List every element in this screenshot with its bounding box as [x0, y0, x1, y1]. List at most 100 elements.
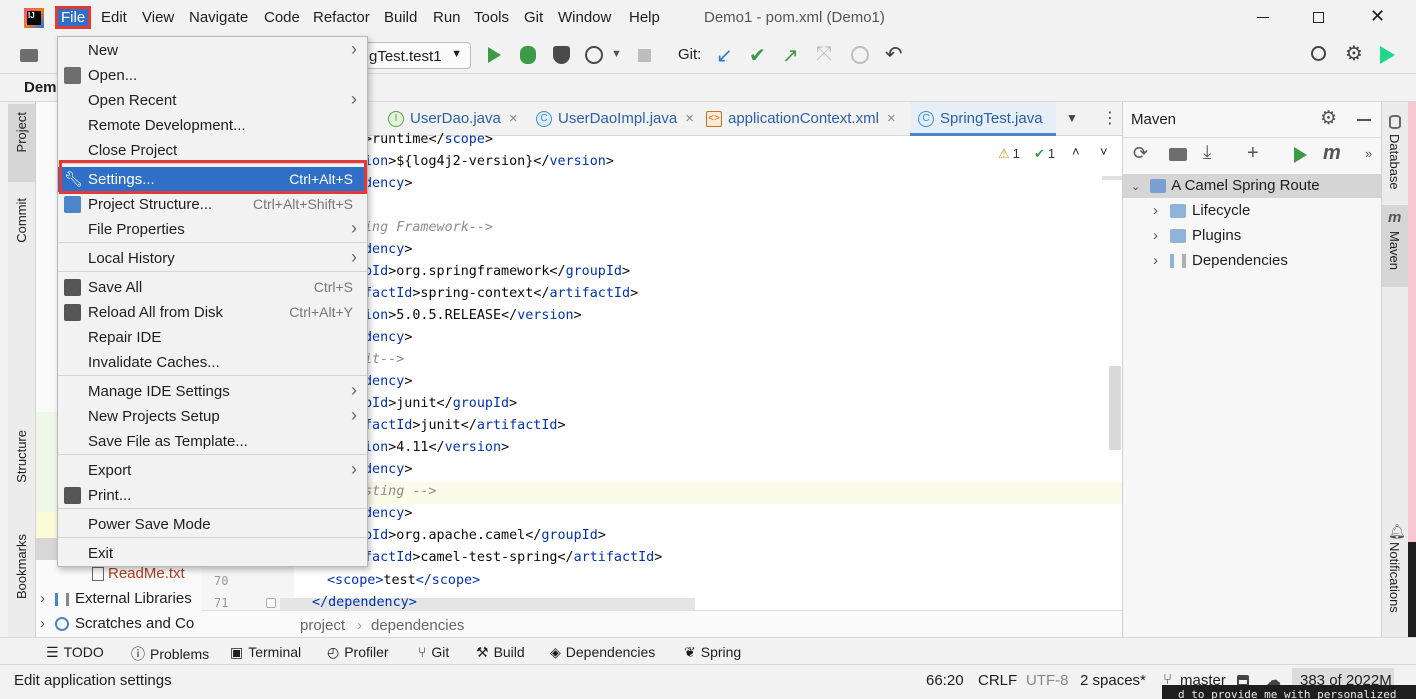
gear-icon[interactable]: ⚙ — [1345, 41, 1363, 66]
close-icon[interactable]: × — [509, 110, 518, 127]
fold-icon[interactable] — [266, 598, 276, 608]
notifications-tool-label[interactable]: Notifications — [1387, 542, 1402, 613]
menu-item-power-save-mode[interactable]: Power Save Mode — [58, 512, 367, 537]
rollback-icon[interactable]: ↶ — [885, 42, 903, 67]
jetbrains-toolbox-icon[interactable] — [1380, 46, 1395, 64]
minimize-button[interactable] — [1257, 17, 1269, 18]
menu-code[interactable]: Code — [264, 9, 300, 26]
menu-item-remote-development[interactable]: Remote Development... — [58, 113, 367, 138]
close-icon[interactable]: × — [685, 110, 694, 127]
list-item[interactable]: › Lifecycle — [1153, 202, 1250, 219]
maven-tool-button[interactable]: m Maven — [1382, 205, 1408, 287]
menu-item-open[interactable]: Open... — [58, 63, 367, 88]
maximize-button[interactable] — [1313, 12, 1324, 23]
menu-item-local-history[interactable]: Local History › — [58, 246, 367, 271]
menu-tools[interactable]: Tools — [474, 9, 509, 26]
reload-icon[interactable]: ⟳ — [1133, 143, 1148, 164]
tab-userdao[interactable]: I UserDao.java × — [380, 102, 528, 136]
menu-item-save-file-as-template[interactable]: Save File as Template... — [58, 429, 367, 454]
tool-spring[interactable]: ❦ Spring — [684, 644, 741, 661]
tool-todo[interactable]: ☰ TODO — [46, 644, 104, 661]
run-icon[interactable] — [488, 47, 501, 63]
menu-build[interactable]: Build — [384, 9, 417, 26]
tab-springtest[interactable]: C SpringTest.java — [910, 102, 1056, 136]
list-item[interactable]: › External Libraries — [40, 590, 192, 607]
menu-view[interactable]: View — [142, 9, 174, 26]
close-icon[interactable]: × — [887, 110, 896, 127]
git-push-icon[interactable]: ↗ — [782, 43, 799, 68]
editor-scrollbar[interactable] — [1109, 366, 1121, 450]
tool-build[interactable]: ⚒ Build — [476, 644, 525, 661]
indent-setting[interactable]: 2 spaces* — [1080, 672, 1146, 689]
structure-tool-label[interactable]: Structure — [14, 430, 29, 483]
menu-item-file-properties[interactable]: File Properties › — [58, 217, 367, 242]
tool-git[interactable]: ⑂ Git — [418, 644, 449, 660]
menu-item-new-projects-setup[interactable]: New Projects Setup › — [58, 404, 367, 429]
git-update-icon[interactable]: ↙ — [716, 43, 733, 68]
run-icon[interactable] — [1294, 147, 1307, 163]
menu-item-manage-ide-settings[interactable]: Manage IDE Settings › — [58, 379, 367, 404]
caret-position[interactable]: 66:20 — [926, 672, 964, 689]
more-tools-icon[interactable]: » — [1365, 146, 1372, 161]
previous-highlight-icon[interactable]: ˄ — [1072, 144, 1080, 159]
tool-dependencies[interactable]: ◈ Dependencies — [550, 644, 655, 661]
add-folder-icon[interactable] — [1169, 148, 1187, 161]
debug-icon[interactable] — [520, 46, 536, 64]
menu-edit[interactable]: Edit — [101, 9, 127, 26]
profiler-run-icon[interactable] — [585, 46, 603, 64]
menu-item-open-recent[interactable]: Open Recent › — [58, 88, 367, 113]
menu-item-new[interactable]: New › — [58, 38, 367, 63]
search-icon[interactable] — [1311, 46, 1326, 61]
more-run-chevron-icon[interactable]: ▼ — [611, 48, 622, 60]
tab-userdaoimpl[interactable]: C UserDaoImpl.java × — [528, 102, 698, 136]
more-icon[interactable]: ⋮ — [1102, 108, 1118, 128]
menu-file[interactable]: File — [54, 6, 92, 29]
minimize-panel-icon[interactable] — [1357, 119, 1371, 121]
tab-applicationcontext[interactable]: <> applicationContext.xml × — [698, 102, 910, 136]
tool-terminal[interactable]: ▣ Terminal — [230, 644, 301, 661]
menu-item-exit[interactable]: Exit — [58, 541, 367, 566]
menu-item-repair-ide[interactable]: Repair IDE — [58, 325, 367, 350]
breadcrumb-dependencies[interactable]: dependencies — [371, 617, 464, 634]
menu-help[interactable]: Help — [629, 9, 660, 26]
file-encoding[interactable]: UTF-8 — [1026, 672, 1069, 689]
project-breadcrumb[interactable]: Dem — [24, 79, 57, 96]
list-item[interactable]: ReadMe.txt — [92, 565, 185, 582]
breadcrumb-project[interactable]: project — [300, 617, 345, 634]
history-icon[interactable] — [851, 46, 869, 64]
menu-item-project-structure[interactable]: Project Structure... Ctrl+Alt+Shift+S — [58, 192, 367, 217]
menu-item-invalidate-caches[interactable]: Invalidate Caches... — [58, 350, 367, 375]
menu-item-save-all[interactable]: Save All Ctrl+S — [58, 275, 367, 300]
maven-goal-icon[interactable]: m — [1323, 142, 1341, 165]
menu-git[interactable]: Git — [524, 9, 543, 26]
next-highlight-icon[interactable]: ˅ — [1100, 144, 1108, 159]
close-window-button[interactable]: ✕ — [1370, 6, 1385, 27]
tool-problems[interactable]: ⓘ Problems — [131, 644, 209, 664]
menu-item-export[interactable]: Export › — [58, 458, 367, 483]
check-icon[interactable]: ✔ 1 — [1034, 146, 1055, 162]
coverage-icon[interactable] — [553, 46, 570, 64]
list-item[interactable]: › Plugins — [1153, 227, 1241, 244]
git-pull-requests-icon[interactable]: ⤧ — [816, 43, 832, 66]
open-folder-icon[interactable] — [20, 49, 38, 62]
list-item[interactable]: › Dependencies — [1153, 252, 1288, 269]
stop-icon[interactable] — [638, 49, 651, 62]
menu-refactor[interactable]: Refactor — [313, 9, 370, 26]
warning-icon[interactable]: ⚠ 1 — [998, 146, 1020, 162]
git-commit-icon[interactable]: ✔ — [749, 43, 766, 68]
bookmarks-tool-label[interactable]: Bookmarks — [14, 534, 29, 599]
gear-icon[interactable]: ⚙ — [1320, 107, 1337, 130]
tool-profiler[interactable]: ◴ Profiler — [327, 644, 389, 661]
menu-item-print[interactable]: Print... — [58, 483, 367, 508]
line-separator[interactable]: CRLF — [978, 672, 1017, 689]
project-tool-button[interactable]: Project — [8, 104, 35, 182]
commit-tool-label[interactable]: Commit — [14, 198, 29, 243]
menu-item-reload-all-from-disk[interactable]: Reload All from Disk Ctrl+Alt+Y — [58, 300, 367, 325]
menu-run[interactable]: Run — [433, 9, 461, 26]
list-item[interactable]: › Scratches and Co — [40, 615, 194, 632]
download-icon[interactable]: ⤓ — [1203, 142, 1211, 164]
database-tool-label[interactable]: Database — [1387, 134, 1402, 190]
menu-window[interactable]: Window — [558, 9, 611, 26]
menu-navigate[interactable]: Navigate — [189, 9, 248, 26]
tabs-overflow-chevron-icon[interactable]: ▼ — [1066, 111, 1078, 125]
